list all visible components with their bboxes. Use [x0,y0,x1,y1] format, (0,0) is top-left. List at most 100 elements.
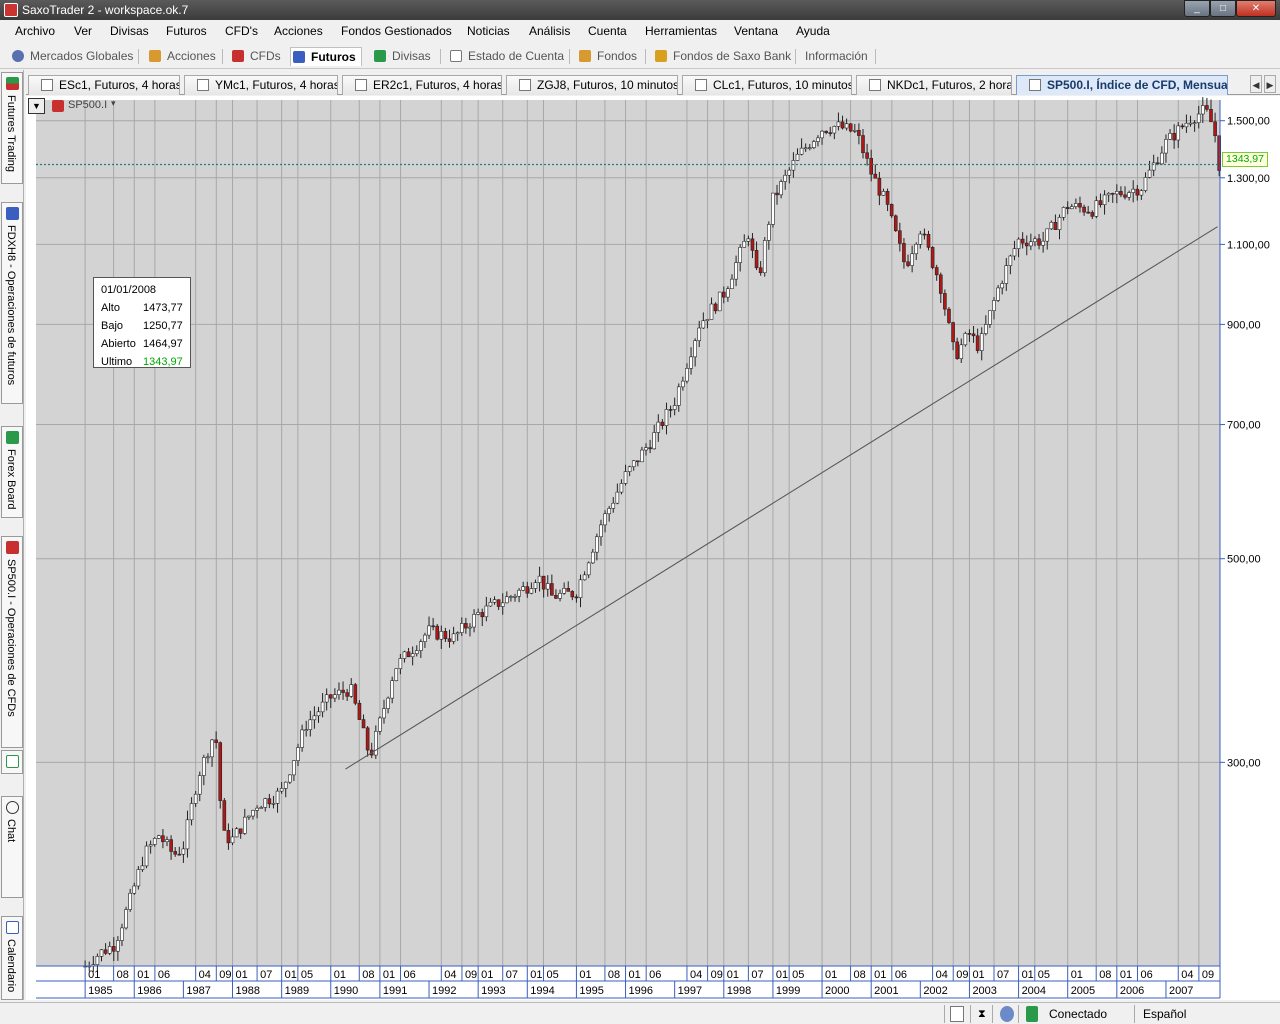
module-acciones[interactable]: Acciones [147,47,216,66]
chart-toolbar: ▼ SP500.I ▾ [26,96,226,116]
side-tab-futures-trading[interactable]: Futures Trading [1,72,23,184]
candle [447,638,452,642]
candle [812,141,816,148]
globe-icon [12,50,24,62]
candle [173,851,177,855]
candle [259,807,263,809]
module-fondos[interactable]: Fondos [577,47,637,66]
candle [664,409,669,426]
module-futuros[interactable]: Futuros [290,47,362,66]
candle [1209,109,1213,123]
menu-cfds[interactable]: CFD's [225,24,258,38]
menu-acciones[interactable]: Acciones [274,24,323,38]
side-tab-forex-board[interactable]: Forex Board [1,426,23,518]
candle [816,137,820,142]
tab-scroll-right-icon[interactable]: ▶ [1264,75,1276,93]
plot-background [36,100,1220,966]
candle [979,333,984,351]
candle [984,324,988,334]
tab-er2c1[interactable]: ER2c1, Futuros, 4 horas [342,75,502,95]
candle [951,322,955,343]
x-year-label: 1987 [186,985,210,997]
x-month-label: 08 [1099,969,1111,981]
candle [869,158,873,175]
info-key: Ultimo [101,356,133,368]
module-fondos-de-saxo-bank[interactable]: Fondos de Saxo Bank [653,47,791,66]
candle [1155,162,1160,165]
x-month-label: 01 [1071,969,1083,981]
candle [337,689,341,695]
maximize-button[interactable]: □ [1210,0,1236,17]
side-tab-sp500-cfds[interactable]: SP500.I - Operaciones de CFDs [1,536,23,748]
info-row-last: Ultimo 1343,97 [101,353,183,371]
candle [1094,200,1099,217]
info-key: Abierto [101,338,136,350]
side-tab-fdxh8[interactable]: FDXH8 - Operaciones de futuros [1,202,23,404]
tab-sp500[interactable]: SP500.I, Índice de CFD, Mensual [1016,75,1228,95]
lock-icon [1026,1006,1038,1022]
menu-ver[interactable]: Ver [74,24,92,38]
candle [701,320,706,329]
candle [521,586,525,591]
module-estado-de-cuenta[interactable]: Estado de Cuenta [448,47,564,66]
candle [791,160,796,171]
tab-ymc1[interactable]: YMc1, Futuros, 4 horas [184,75,338,95]
menu-fondos-gestionados[interactable]: Fondos Gestionados [341,24,452,38]
candle [873,173,878,179]
chart-panel[interactable]: 1.500,00 1.300,00 1.100,00 900,00 700,00 500,… [26,96,1280,1000]
tab-clc1[interactable]: CLc1, Futuros, 10 minutos [682,75,852,95]
candle [746,238,751,242]
menu-divisas[interactable]: Divisas [110,24,149,38]
candle [1143,177,1148,191]
menu-futuros[interactable]: Futuros [166,24,207,38]
network-icon[interactable] [950,1006,964,1022]
menu-archivo[interactable]: Archivo [15,24,55,38]
chevron-down-icon[interactable]: ▾ [111,98,116,109]
module-informacion[interactable]: Información [785,47,868,66]
candle [402,651,407,659]
candle [836,121,841,127]
instrument-selector[interactable]: SP500.I [68,99,107,111]
x-month-label: 01 [285,969,297,981]
candle [513,595,517,598]
tab-scroll-left-icon[interactable]: ◀ [1250,75,1262,93]
candle [111,946,116,952]
menu-ayuda[interactable]: Ayuda [796,24,830,38]
side-tab-tools[interactable] [1,750,23,774]
menu-cuenta[interactable]: Cuenta [588,24,627,38]
module-mercados-globales[interactable]: Mercados Globales [10,47,133,66]
module-cfds[interactable]: CFDs [230,47,281,66]
app-icon [4,3,18,17]
candle [705,319,710,322]
candle [95,956,100,965]
candle [193,793,198,804]
side-tab-chat[interactable]: Chat [1,796,23,898]
tab-zgj8[interactable]: ZGJ8, Futuros, 10 minutos [506,75,678,95]
tab-esc1[interactable]: ESc1, Futuros, 4 horas [28,75,180,95]
tab-nkdc1[interactable]: NKDc1, Futuros, 2 horas [856,75,1012,95]
close-button[interactable]: ✕ [1236,0,1276,17]
candle [271,803,276,805]
chart-icon [41,79,53,91]
candle [1213,121,1217,137]
price-chart[interactable]: 1.500,00 1.300,00 1.100,00 900,00 700,00 500,… [26,96,1280,1000]
menu-herramientas[interactable]: Herramientas [645,24,717,38]
module-divisas[interactable]: Divisas [372,47,431,66]
side-tab-calendario[interactable]: Calendario [1,916,23,1000]
status-separator [1134,1005,1135,1023]
candle [345,692,349,697]
candle [210,739,214,758]
candle [288,774,292,783]
chart-menu-button[interactable]: ▼ [28,98,45,114]
minimize-button[interactable]: _ [1184,0,1210,17]
saxo-funds-icon [655,50,667,62]
user-icon[interactable] [1000,1006,1014,1022]
candle [537,575,542,583]
menu-ventana[interactable]: Ventana [734,24,778,38]
x-month-label: 01 [334,969,346,981]
menu-analisis[interactable]: Análisis [529,24,570,38]
candle [202,757,206,776]
menu-noticias[interactable]: Noticias [467,24,510,38]
x-month-label: 01 [727,969,739,981]
chart-icon [197,79,209,91]
